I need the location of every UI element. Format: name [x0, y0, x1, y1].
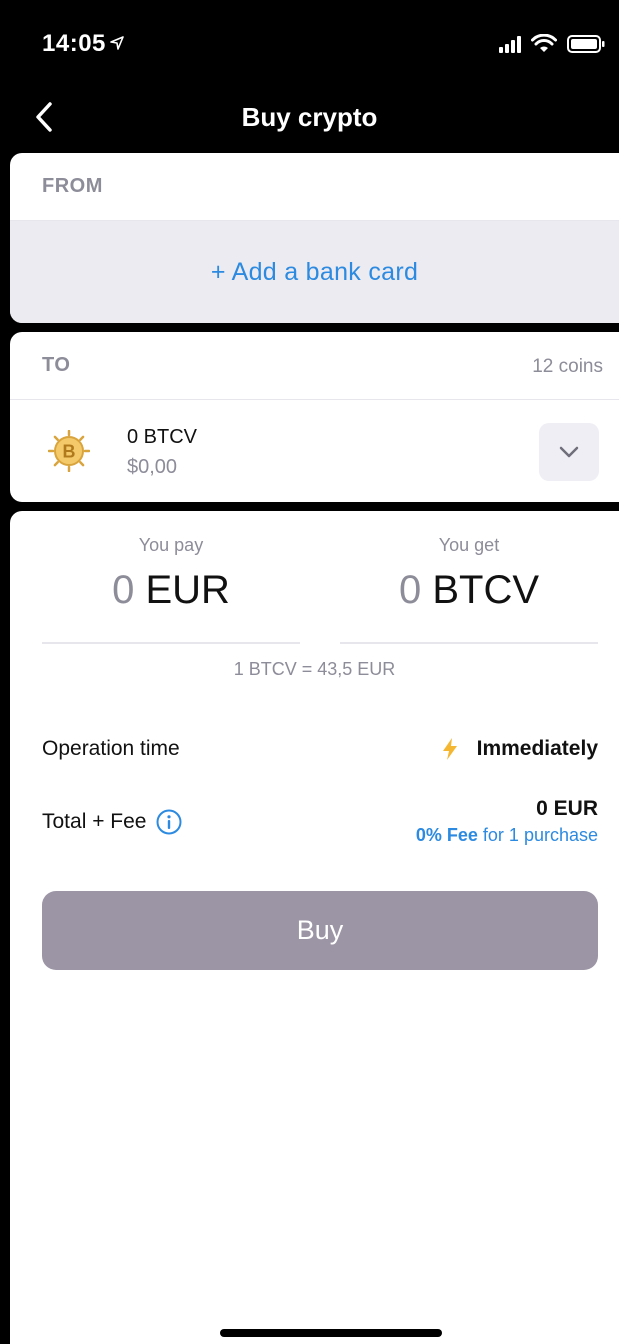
you-pay-amount[interactable]: 0 EUR [42, 568, 300, 616]
coin-selector[interactable]: B 0 BTCV $0,00 [10, 400, 619, 502]
fee-promo-bold: 0% Fee [415, 825, 478, 845]
exchange-card: You pay 0 EUR You get 0 BTCV 1 BTCV = 43… [10, 511, 619, 1344]
battery-icon [567, 35, 605, 53]
you-pay-label: You pay [138, 535, 204, 555]
info-icon[interactable] [156, 809, 182, 835]
total-fee-value: 0 EUR [536, 797, 598, 820]
you-get-field[interactable]: You get 0 BTCV [340, 535, 598, 644]
you-pay-value: 0 [112, 568, 135, 612]
status-icons [499, 34, 605, 54]
total-fee-row: Total + Fee [42, 809, 182, 835]
buy-button[interactable]: Buy [42, 891, 598, 970]
from-header: FROM [10, 153, 619, 221]
operation-time-text: Immediately [476, 737, 598, 760]
coin-dropdown-button[interactable] [539, 423, 599, 481]
coin-fiat-value: $0,00 [127, 456, 178, 478]
you-get-value: 0 [398, 568, 422, 612]
from-card: FROM + Add a bank card [10, 153, 619, 323]
you-pay-field[interactable]: You pay 0 EUR [42, 535, 300, 644]
status-time: 14:05 [42, 30, 124, 58]
lightning-icon [442, 738, 457, 760]
page-title: Buy crypto [241, 102, 378, 132]
from-label: FROM [42, 175, 103, 197]
you-get-amount[interactable]: 0 BTCV [340, 568, 598, 616]
coin-amount: 0 BTCV [127, 426, 198, 448]
wifi-icon [531, 34, 557, 52]
operation-time-value: Immediately [441, 737, 598, 761]
home-indicator [220, 1329, 442, 1337]
status-bar: 14:05 [0, 0, 619, 90]
to-label: TO [42, 354, 71, 376]
coins-count: 12 coins [532, 356, 603, 377]
chevron-down-icon [559, 446, 579, 458]
you-get-underline [340, 642, 598, 644]
exchange-rate: 1 BTCV = 43,5 EUR [233, 659, 396, 679]
you-pay-currency: EUR [145, 568, 230, 612]
total-fee-label: Total + Fee [42, 810, 147, 833]
cellular-signal-icon [499, 35, 521, 53]
you-get-label: You get [438, 535, 500, 555]
svg-text:B: B [63, 442, 76, 462]
you-pay-underline [42, 642, 300, 644]
add-bank-card-button[interactable]: + Add a bank card [10, 221, 619, 323]
to-card: TO 12 coins B 0 BTCV $0,00 [10, 332, 619, 502]
nav-bar: Buy crypto [0, 90, 619, 150]
operation-time-label: Operation time [42, 737, 180, 760]
add-bank-card-label: + Add a bank card [210, 257, 419, 286]
location-arrow-icon [110, 36, 124, 50]
fee-promo-text: for 1 purchase [477, 825, 598, 845]
time-text: 14:05 [42, 30, 106, 57]
you-get-currency: BTCV [432, 568, 540, 612]
bitcoin-vault-coin-icon: B [48, 430, 90, 472]
to-header: TO 12 coins [10, 332, 619, 400]
fee-promo: 0% Fee for 1 purchase [416, 825, 598, 846]
